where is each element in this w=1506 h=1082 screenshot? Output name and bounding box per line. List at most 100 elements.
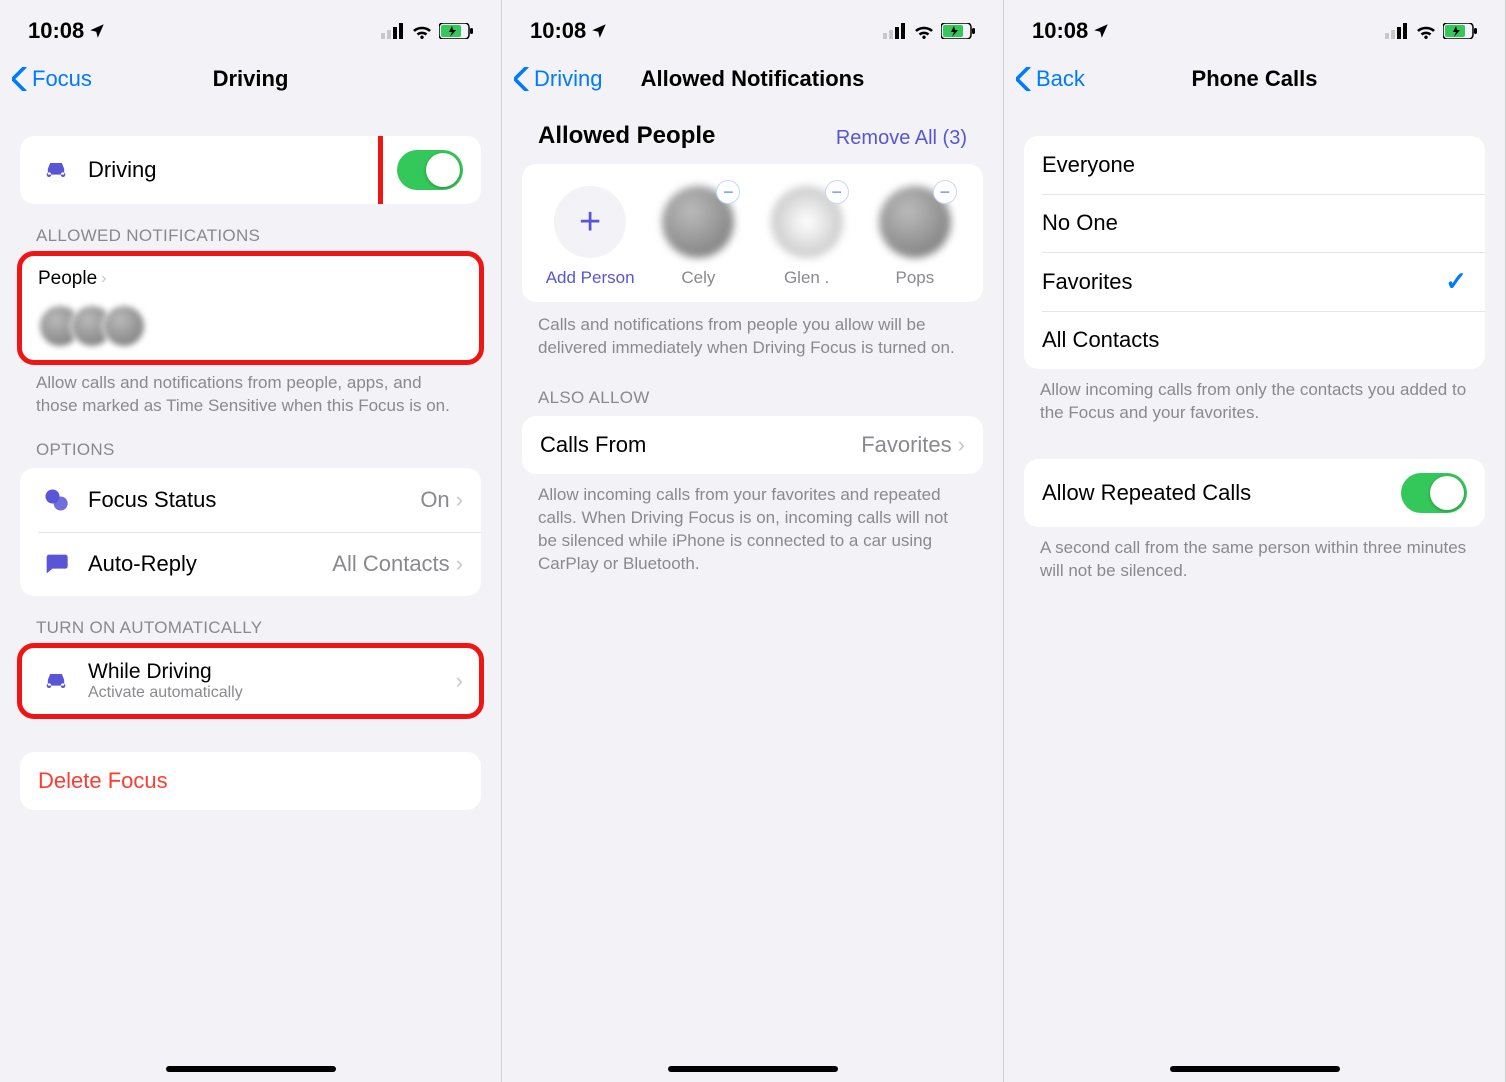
allowed-people-title: Allowed People: [538, 122, 715, 150]
delete-focus-label: Delete Focus: [38, 768, 168, 794]
chevron-left-icon: [1016, 67, 1032, 91]
page-title: Driving: [213, 66, 289, 92]
allowed-footer: Allow calls and notifications from peopl…: [36, 372, 465, 418]
checkmark-icon: ✓: [1445, 266, 1467, 297]
screen-phone-calls: 10:08 Back Phone Calls Everyone No One F…: [1004, 0, 1506, 1082]
people-avatars: [38, 304, 146, 348]
status-bar: 10:08: [1004, 0, 1505, 52]
calls-from-footer: Allow incoming calls from your favorites…: [538, 484, 967, 576]
nav-bar: Back Phone Calls: [1004, 52, 1505, 112]
focus-status-icon: [38, 482, 74, 518]
calls-from-label: Calls From: [540, 432, 861, 458]
home-indicator[interactable]: [1170, 1066, 1340, 1072]
chevron-right-icon: ›: [456, 551, 463, 577]
section-header-also-allow: ALSO ALLOW: [538, 388, 967, 408]
option-label: Favorites: [1042, 269, 1445, 295]
nav-bar: Driving Allowed Notifications: [502, 52, 1003, 112]
location-icon: [1092, 22, 1110, 40]
repeated-calls-row[interactable]: Allow Repeated Calls: [1024, 459, 1485, 527]
car-icon: [38, 152, 74, 188]
driving-toggle-label: Driving: [88, 157, 397, 183]
while-driving-sub: Activate automatically: [88, 684, 456, 702]
status-time: 10:08: [530, 18, 586, 44]
people-row[interactable]: People ›: [20, 254, 481, 362]
battery-charging-icon: [1443, 23, 1477, 39]
option-everyone[interactable]: Everyone: [1024, 136, 1485, 194]
driving-toggle-row[interactable]: Driving: [20, 136, 481, 204]
calls-from-row[interactable]: Calls From Favorites ›: [522, 416, 983, 474]
plus-icon: +: [554, 186, 626, 258]
add-person-button[interactable]: + Add Person: [542, 186, 638, 288]
chevron-right-icon: ›: [456, 668, 463, 694]
option-label: All Contacts: [1042, 327, 1467, 353]
back-label: Driving: [534, 66, 602, 92]
people-label: People: [38, 268, 97, 290]
chevron-right-icon: ›: [456, 487, 463, 513]
status-bar: 10:08: [0, 0, 501, 52]
home-indicator[interactable]: [166, 1066, 336, 1072]
focus-status-row[interactable]: Focus Status On ›: [20, 468, 481, 532]
page-title: Phone Calls: [1192, 66, 1318, 92]
people-footer: Calls and notifications from people you …: [538, 314, 967, 360]
cellular-icon: [381, 23, 405, 39]
status-icons: [1385, 23, 1477, 39]
status-time: 10:08: [1032, 18, 1088, 44]
back-button[interactable]: Back: [1016, 66, 1085, 92]
remove-person-icon[interactable]: −: [825, 180, 849, 204]
home-indicator[interactable]: [668, 1066, 838, 1072]
chevron-left-icon: [514, 67, 530, 91]
back-label: Focus: [32, 66, 92, 92]
while-driving-row[interactable]: While Driving Activate automatically ›: [20, 646, 481, 716]
screen-allowed-notifications: 10:08 Driving Allowed Notifications Allo…: [502, 0, 1004, 1082]
calls-from-value: Favorites: [861, 432, 951, 458]
back-label: Back: [1036, 66, 1085, 92]
remove-person-icon[interactable]: −: [716, 180, 740, 204]
cellular-icon: [1385, 23, 1409, 39]
chevron-right-icon: ›: [101, 270, 106, 288]
cellular-icon: [883, 23, 907, 39]
location-icon: [88, 22, 106, 40]
driving-toggle[interactable]: [397, 150, 463, 190]
remove-all-button[interactable]: Remove All (3): [836, 127, 967, 150]
screen-driving-focus: 10:08 Focus Driving Driving: [0, 0, 502, 1082]
chevron-right-icon: ›: [958, 432, 965, 458]
page-title: Allowed Notifications: [641, 66, 865, 92]
status-icons: [883, 23, 975, 39]
back-button[interactable]: Focus: [12, 66, 92, 92]
option-all-contacts[interactable]: All Contacts: [1024, 311, 1485, 369]
remove-person-icon[interactable]: −: [933, 180, 957, 204]
section-header-allowed: ALLOWED NOTIFICATIONS: [36, 226, 465, 246]
person-item[interactable]: − Cely: [650, 186, 746, 288]
person-name: Glen .: [784, 268, 829, 288]
option-no-one[interactable]: No One: [1024, 194, 1485, 252]
status-time: 10:08: [28, 18, 84, 44]
person-item[interactable]: − Glen .: [759, 186, 855, 288]
add-person-label: Add Person: [546, 268, 635, 288]
repeated-calls-label: Allow Repeated Calls: [1042, 480, 1401, 506]
section-header-auto: TURN ON AUTOMATICALLY: [36, 618, 465, 638]
person-item[interactable]: − Pops: [867, 186, 963, 288]
while-driving-label: While Driving: [88, 660, 456, 684]
repeated-calls-toggle[interactable]: [1401, 473, 1467, 513]
delete-focus-button[interactable]: Delete Focus: [20, 752, 481, 810]
chevron-left-icon: [12, 67, 28, 91]
auto-reply-label: Auto-Reply: [88, 551, 332, 577]
focus-status-value: On: [420, 487, 449, 513]
location-icon: [590, 22, 608, 40]
person-name: Cely: [681, 268, 715, 288]
battery-charging-icon: [439, 23, 473, 39]
options-footer: Allow incoming calls from only the conta…: [1040, 379, 1469, 425]
section-header-options: OPTIONS: [36, 440, 465, 460]
message-bubble-icon: [38, 546, 74, 582]
back-button[interactable]: Driving: [514, 66, 602, 92]
person-name: Pops: [896, 268, 935, 288]
repeated-calls-footer: A second call from the same person withi…: [1040, 537, 1469, 583]
option-favorites[interactable]: Favorites ✓: [1024, 252, 1485, 311]
status-icons: [381, 23, 473, 39]
auto-reply-value: All Contacts: [332, 551, 449, 577]
car-icon: [38, 663, 74, 699]
focus-status-label: Focus Status: [88, 487, 420, 513]
people-card: + Add Person − Cely − Glen . − Pops: [522, 164, 983, 302]
auto-reply-row[interactable]: Auto-Reply All Contacts ›: [20, 532, 481, 596]
wifi-icon: [411, 23, 433, 39]
